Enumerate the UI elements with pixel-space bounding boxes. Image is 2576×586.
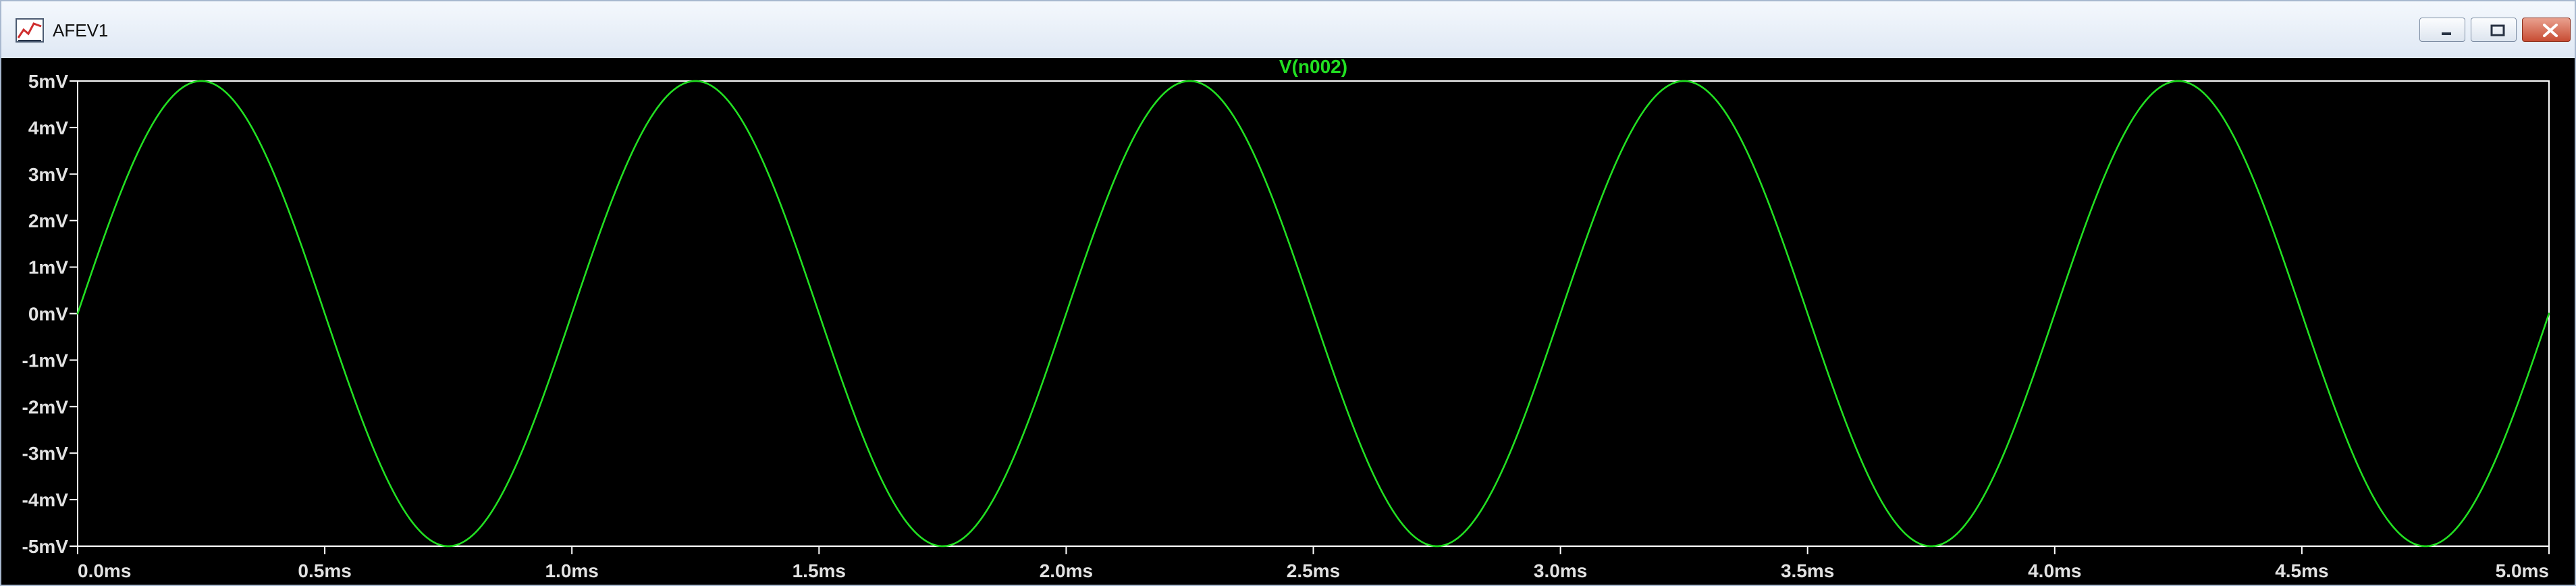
x-tick-label: 2.0ms	[1040, 560, 1093, 581]
x-tick-label: 1.0ms	[545, 560, 598, 581]
window-title: AFEV1	[53, 20, 109, 41]
y-tick-label: 0mV	[28, 304, 68, 325]
waveform-chart-icon	[16, 18, 44, 43]
x-tick-label: 3.5ms	[1781, 560, 1834, 581]
minimize-button[interactable]	[2419, 18, 2465, 42]
x-tick-label: 4.0ms	[2028, 560, 2081, 581]
plot-pane[interactable]: V(n002) 5mV 4mV 3mV 2mV 1mV 0mV -1mV -2mV -3mV -4…	[1, 58, 2575, 585]
y-tick-labels: 5mV 4mV 3mV 2mV 1mV 0mV -1mV -2mV -3mV -4mV -5mV	[22, 71, 69, 557]
title-bar[interactable]: AFEV1	[1, 1, 2575, 59]
y-tick-label: -3mV	[22, 443, 69, 464]
x-tick-label: 4.5ms	[2275, 560, 2328, 581]
y-tick-label: 3mV	[28, 164, 68, 185]
close-icon	[2543, 24, 2558, 37]
x-tick-label: 2.5ms	[1287, 560, 1340, 581]
y-tick-marks	[70, 80, 78, 547]
x-tick-label: 0.5ms	[298, 560, 351, 581]
x-tick-label: 1.5ms	[793, 560, 846, 581]
waveform-window: AFEV1 V(n002) 5mV 4mV 3mV 2mV 1mV 0mV -1mV -2mV…	[0, 0, 2576, 586]
y-tick-label: 2mV	[28, 211, 68, 232]
trace-label[interactable]: V(n002)	[1279, 58, 1347, 77]
waveform-plot[interactable]: V(n002) 5mV 4mV 3mV 2mV 1mV 0mV -1mV -2mV -3mV -4…	[1, 58, 2575, 585]
close-button[interactable]	[2522, 18, 2571, 42]
y-tick-label: 4mV	[28, 117, 68, 138]
maximize-icon	[2490, 24, 2505, 36]
x-tick-marks	[77, 546, 2550, 554]
maximize-button[interactable]	[2471, 18, 2517, 42]
x-tick-label: 5.0ms	[2496, 560, 2549, 581]
y-tick-label: 5mV	[28, 71, 68, 92]
x-tick-label: 0.0ms	[78, 560, 131, 581]
x-tick-label: 3.0ms	[1534, 560, 1587, 581]
y-tick-label: -5mV	[22, 536, 69, 557]
trace-line[interactable]	[76, 80, 2550, 548]
y-tick-label: -4mV	[22, 489, 69, 510]
x-tick-labels: 0.0ms 0.5ms 1.0ms 1.5ms 2.0ms 2.5ms 3.0ms 3.5ms…	[78, 560, 2549, 581]
y-tick-label: -2mV	[22, 396, 69, 417]
y-tick-label: -1mV	[22, 350, 69, 371]
minimize-icon	[2442, 32, 2451, 35]
y-tick-label: 1mV	[28, 257, 68, 278]
